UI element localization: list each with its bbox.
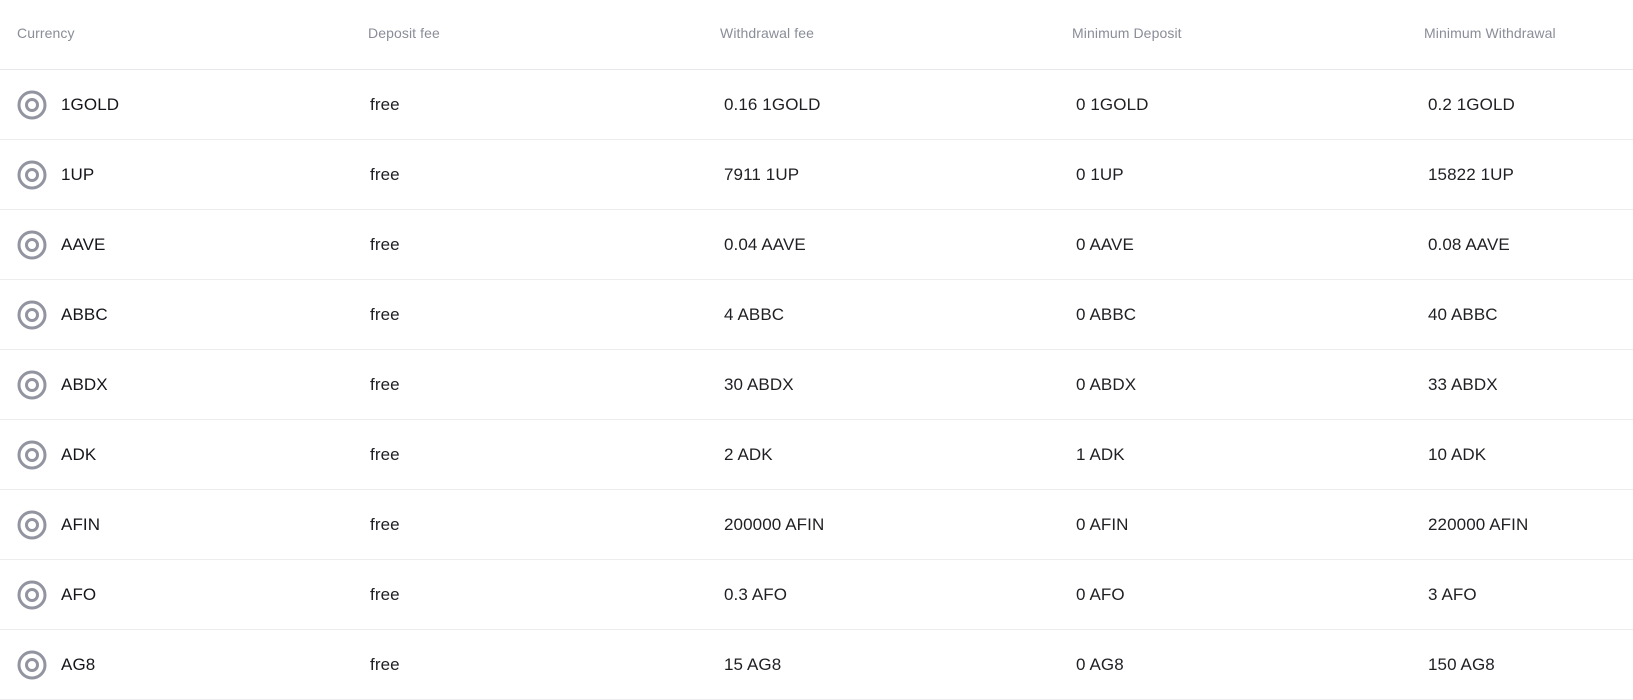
minimum-deposit-value: 0 AFIN <box>1076 514 1129 534</box>
header-deposit-fee[interactable]: Deposit fee <box>352 25 704 41</box>
table-row[interactable]: ABBC free 4 ABBC 0 ABBC 40 ABBC <box>0 280 1633 350</box>
deposit-fee-value: free <box>370 654 400 674</box>
minimum-withdrawal-value: 150 AG8 <box>1428 654 1495 674</box>
deposit-fee-value: free <box>370 444 400 464</box>
withdrawal-fee-value: 2 ADK <box>724 444 773 464</box>
minimum-withdrawal-value: 33 ABDX <box>1428 374 1498 394</box>
target-circle-icon <box>17 300 47 330</box>
table-row[interactable]: ADK free 2 ADK 1 ADK 10 ADK <box>0 420 1633 490</box>
currency-name: 1UP <box>61 164 95 184</box>
withdrawal-fee-value: 0.04 AAVE <box>724 234 806 254</box>
target-circle-icon <box>17 510 47 540</box>
target-circle-icon <box>17 650 47 680</box>
table-row[interactable]: AFIN free 200000 AFIN 0 AFIN 220000 AFIN <box>0 490 1633 560</box>
table-row[interactable]: AG8 free 15 AG8 0 AG8 150 AG8 <box>0 630 1633 700</box>
deposit-fee-value: free <box>370 514 400 534</box>
deposit-fee-value: free <box>370 584 400 604</box>
table-row[interactable]: 1GOLD free 0.16 1GOLD 0 1GOLD 0.2 1GOLD <box>0 70 1633 140</box>
deposit-fee-value: free <box>370 374 400 394</box>
table-header: Currency Deposit fee Withdrawal fee Mini… <box>0 0 1633 70</box>
currency-name: 1GOLD <box>61 94 120 114</box>
minimum-withdrawal-value: 15822 1UP <box>1428 164 1514 184</box>
target-circle-icon <box>17 230 47 260</box>
target-circle-icon <box>17 370 47 400</box>
header-withdrawal-fee[interactable]: Withdrawal fee <box>704 25 1056 41</box>
minimum-deposit-value: 0 1UP <box>1076 164 1124 184</box>
currency-cell: AFIN <box>0 510 352 540</box>
withdrawal-fee-value: 7911 1UP <box>724 164 800 184</box>
table-row[interactable]: AAVE free 0.04 AAVE 0 AAVE 0.08 AAVE <box>0 210 1633 280</box>
minimum-deposit-value: 1 ADK <box>1076 444 1125 464</box>
currency-name: AFO <box>61 584 97 604</box>
minimum-deposit-value: 0 AAVE <box>1076 234 1134 254</box>
currency-cell: AAVE <box>0 230 352 260</box>
deposit-fee-value: free <box>370 164 400 184</box>
currency-cell: AG8 <box>0 650 352 680</box>
minimum-deposit-value: 0 AFO <box>1076 584 1125 604</box>
deposit-fee-value: free <box>370 94 400 114</box>
target-circle-icon <box>17 160 47 190</box>
table-row[interactable]: AFO free 0.3 AFO 0 AFO 3 AFO <box>0 560 1633 630</box>
target-circle-icon <box>17 440 47 470</box>
table-row[interactable]: 1UP free 7911 1UP 0 1UP 15822 1UP <box>0 140 1633 210</box>
target-circle-icon <box>17 90 47 120</box>
table-row[interactable]: ABDX free 30 ABDX 0 ABDX 33 ABDX <box>0 350 1633 420</box>
withdrawal-fee-value: 15 AG8 <box>724 654 782 674</box>
currency-name: AAVE <box>61 234 106 254</box>
deposit-fee-value: free <box>370 234 400 254</box>
currency-cell: 1UP <box>0 160 352 190</box>
header-minimum-withdrawal[interactable]: Minimum Withdrawal <box>1408 25 1633 41</box>
header-currency[interactable]: Currency <box>0 25 352 41</box>
currency-name: AFIN <box>61 514 101 534</box>
withdrawal-fee-value: 0.16 1GOLD <box>724 94 821 114</box>
fees-table: Currency Deposit fee Withdrawal fee Mini… <box>0 0 1633 700</box>
withdrawal-fee-value: 0.3 AFO <box>724 584 788 604</box>
currency-cell: ABDX <box>0 370 352 400</box>
currency-cell: AFO <box>0 580 352 610</box>
minimum-withdrawal-value: 40 ABBC <box>1428 304 1498 324</box>
withdrawal-fee-value: 30 ABDX <box>724 374 794 394</box>
minimum-deposit-value: 0 ABBC <box>1076 304 1137 324</box>
minimum-withdrawal-value: 0.08 AAVE <box>1428 234 1510 254</box>
currency-name: AG8 <box>61 654 96 674</box>
minimum-deposit-value: 0 ABDX <box>1076 374 1137 394</box>
withdrawal-fee-value: 4 ABBC <box>724 304 785 324</box>
minimum-withdrawal-value: 220000 AFIN <box>1428 514 1529 534</box>
currency-cell: ADK <box>0 440 352 470</box>
currency-name: ABDX <box>61 374 108 394</box>
currency-name: ABBC <box>61 304 108 324</box>
deposit-fee-value: free <box>370 304 400 324</box>
minimum-withdrawal-value: 0.2 1GOLD <box>1428 94 1515 114</box>
currency-name: ADK <box>61 444 97 464</box>
minimum-withdrawal-value: 10 ADK <box>1428 444 1487 464</box>
target-circle-icon <box>17 580 47 610</box>
minimum-deposit-value: 0 AG8 <box>1076 654 1124 674</box>
table-body: 1GOLD free 0.16 1GOLD 0 1GOLD 0.2 1GOLD 1UP fr… <box>0 70 1633 700</box>
currency-cell: ABBC <box>0 300 352 330</box>
currency-cell: 1GOLD <box>0 90 352 120</box>
header-minimum-deposit[interactable]: Minimum Deposit <box>1056 25 1408 41</box>
minimum-deposit-value: 0 1GOLD <box>1076 94 1149 114</box>
minimum-withdrawal-value: 3 AFO <box>1428 584 1477 604</box>
withdrawal-fee-value: 200000 AFIN <box>724 514 825 534</box>
